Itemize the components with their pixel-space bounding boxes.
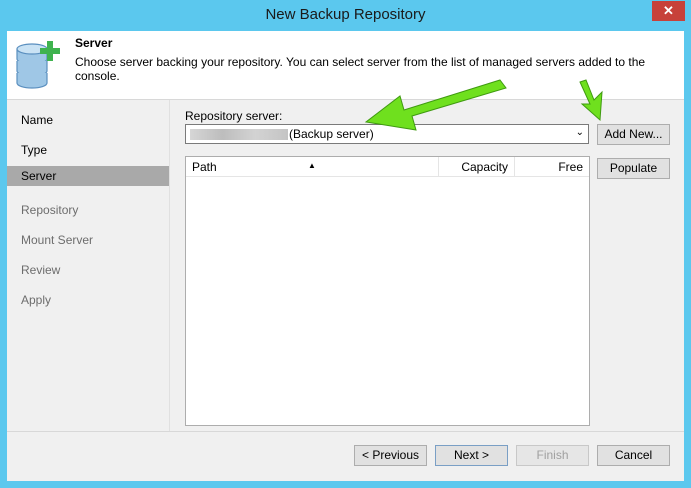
nav-step-apply: Apply xyxy=(21,293,52,307)
redacted-server-name xyxy=(190,129,288,140)
database-add-icon xyxy=(16,41,60,89)
wizard-client: Server Choose server backing your reposi… xyxy=(7,31,684,481)
nav-step-type[interactable]: Type xyxy=(7,140,169,160)
repository-server-value: (Backup server) xyxy=(289,127,374,141)
sort-ascending-icon: ▲ xyxy=(308,161,316,170)
column-header-free[interactable]: Free xyxy=(515,157,589,177)
window-title: New Backup Repository xyxy=(265,6,426,23)
nav-step-repository: Repository xyxy=(21,203,79,217)
footer-divider xyxy=(7,431,684,432)
populate-button[interactable]: Populate xyxy=(597,158,670,179)
nav-step-server[interactable]: Server xyxy=(7,166,169,186)
previous-button[interactable]: < Previous xyxy=(354,445,427,466)
title-bar[interactable]: New Backup Repository ✕ xyxy=(0,0,691,31)
wizard-window: New Backup Repository ✕ Server Choose se… xyxy=(0,0,691,488)
step-header: Server Choose server backing your reposi… xyxy=(7,31,684,100)
repository-server-select[interactable]: (Backup server) ⌄ xyxy=(185,124,589,144)
column-header-path[interactable]: Path ▲ xyxy=(186,157,439,177)
nav-step-review: Review xyxy=(21,263,61,277)
column-path-label: Path xyxy=(192,160,217,174)
nav-step-name[interactable]: Name xyxy=(7,110,169,130)
nav-step-mount-server: Mount Server xyxy=(21,233,94,247)
cancel-button[interactable]: Cancel xyxy=(597,445,670,466)
chevron-down-icon: ⌄ xyxy=(575,127,584,138)
step-description: Choose server backing your repository. Y… xyxy=(75,55,646,83)
nav-divider xyxy=(169,100,170,431)
volumes-table[interactable]: Path ▲ Capacity Free xyxy=(185,156,590,426)
column-header-capacity[interactable]: Capacity xyxy=(439,157,515,177)
wizard-steps-nav: Name Type Server Repository Mount Server… xyxy=(7,100,169,431)
next-button[interactable]: Next > xyxy=(435,445,508,466)
add-new-button[interactable]: Add New... xyxy=(597,124,670,145)
repository-server-label: Repository server: xyxy=(185,109,283,123)
finish-button: Finish xyxy=(516,445,589,466)
close-button[interactable]: ✕ xyxy=(652,1,685,21)
step-title: Server xyxy=(75,36,113,50)
